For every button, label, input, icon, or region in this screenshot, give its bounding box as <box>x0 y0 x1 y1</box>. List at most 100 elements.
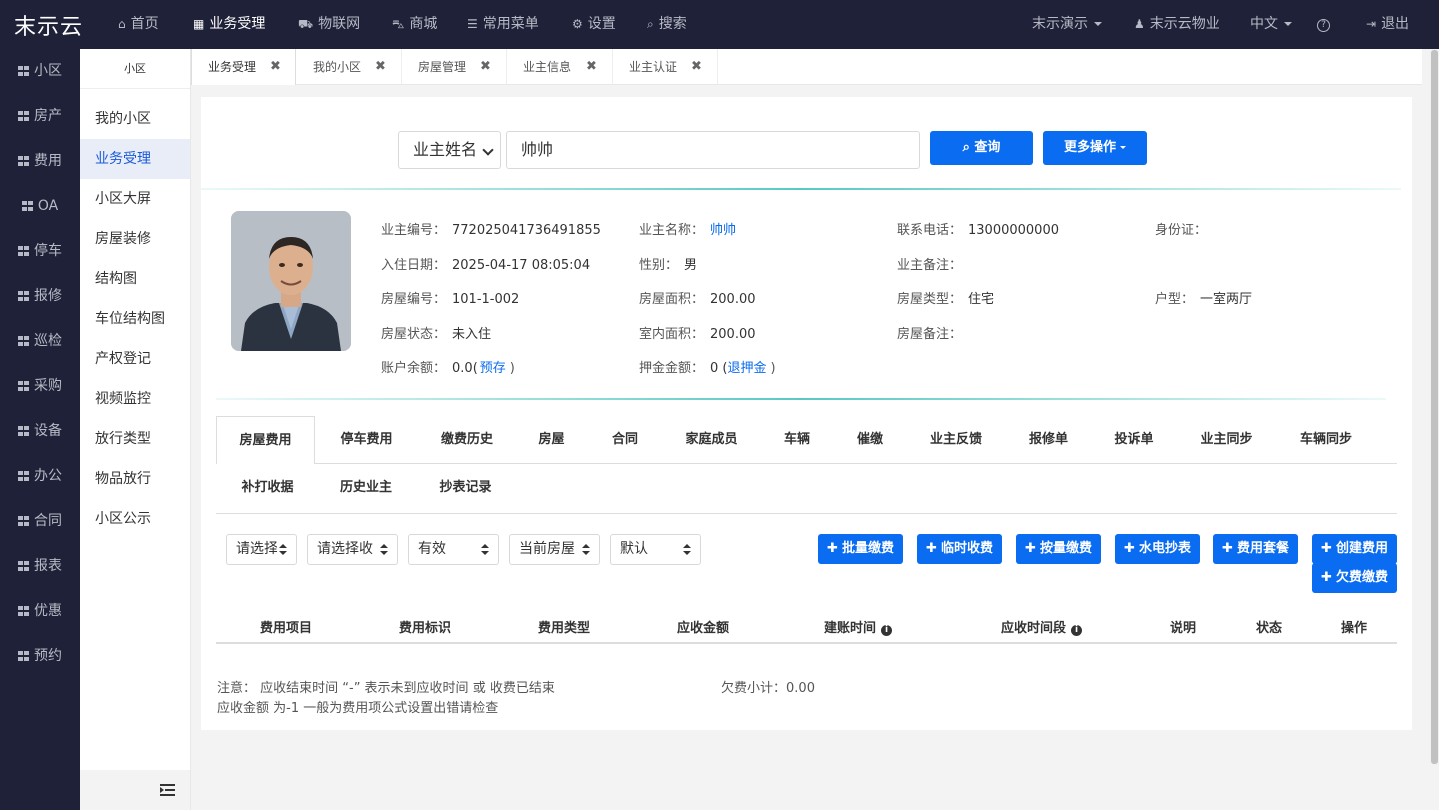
info-icon[interactable]: i <box>881 625 893 636</box>
sidebar-item-4[interactable]: 停车 <box>0 229 80 274</box>
detail-tab-5[interactable]: 家庭成员 <box>663 416 760 464</box>
prestore-link[interactable]: 预存 <box>480 361 506 376</box>
close-icon[interactable]: ✖ <box>691 49 702 85</box>
sort-arrows-icon <box>683 544 691 556</box>
user-menu[interactable]: ♟ 末示云物业 <box>1134 0 1220 49</box>
inner-area-value: 200.00 <box>710 327 756 342</box>
close-icon[interactable]: ✖ <box>586 49 597 85</box>
sub-sidebar-item-10[interactable]: 小区公示 <box>80 499 190 539</box>
demo-dropdown[interactable]: 末示演示 <box>1032 0 1102 49</box>
nav-settings[interactable]: ⚙ 设置 <box>572 0 616 49</box>
fold-sidebar-button[interactable] <box>160 784 175 796</box>
sub-sidebar-item-2[interactable]: 小区大屏 <box>80 179 190 219</box>
sidebar-item-12[interactable]: 优惠 <box>0 589 80 634</box>
sub-sidebar-item-3[interactable]: 房屋装修 <box>80 219 190 259</box>
sidebar-item-9[interactable]: 办公 <box>0 454 80 499</box>
help-icon: ? <box>1317 19 1330 32</box>
page-tab-1[interactable]: 我的小区 ✖ <box>297 49 402 85</box>
sub-sidebar-item-9[interactable]: 物品放行 <box>80 459 190 499</box>
checkin-date-value: 2025-04-17 08:05:04 <box>452 258 591 273</box>
action-button-6[interactable]: ✚ 欠费缴费 <box>1312 563 1397 593</box>
page-tab-2[interactable]: 房屋管理 ✖ <box>402 49 507 85</box>
detail-tab-4[interactable]: 合同 <box>587 416 663 464</box>
help-button[interactable]: ? <box>1317 0 1330 49</box>
sidebar-item-5[interactable]: 报修 <box>0 274 80 319</box>
nav-iot[interactable]: ⛟ 物联网 <box>298 0 360 49</box>
detail-tab-11[interactable]: 业主同步 <box>1177 416 1276 464</box>
filter-select-4[interactable]: 默认 <box>610 534 701 565</box>
filter-select-0[interactable]: 请选择 <box>226 534 297 565</box>
sidebar-item-7[interactable]: 采购 <box>0 364 80 409</box>
detail-tab-8[interactable]: 业主反馈 <box>906 416 1006 464</box>
language-dropdown[interactable]: 中文 <box>1250 0 1292 49</box>
search-type-value: 业主姓名 <box>413 140 478 159</box>
detail-tab-2[interactable]: 缴费历史 <box>418 416 516 464</box>
detail-tab-row2-1[interactable]: 历史业主 <box>319 464 413 512</box>
sub-sidebar-item-6[interactable]: 产权登记 <box>80 339 190 379</box>
detail-tab-0[interactable]: 房屋费用 <box>216 416 315 464</box>
detail-tab-row2-0[interactable]: 补打收据 <box>216 464 319 512</box>
sidebar-item-6[interactable]: 巡检 <box>0 319 80 364</box>
sub-sidebar-item-0[interactable]: 我的小区 <box>80 99 190 139</box>
owner-name-label: 业主名称： <box>639 223 705 238</box>
detail-tab-row2-2[interactable]: 抄表记录 <box>413 464 518 512</box>
nav-business[interactable]: ▦ 业务受理 <box>193 0 265 49</box>
nav-settings-label: 设置 <box>587 16 616 32</box>
owner-name-link[interactable]: 帅帅 <box>710 223 736 238</box>
detail-tab-9[interactable]: 报修单 <box>1006 416 1091 464</box>
search-type-select[interactable]: 业主姓名 <box>398 131 501 169</box>
user-icon: ♟ <box>1134 17 1145 31</box>
action-button-5[interactable]: ✚ 创建费用 <box>1312 534 1397 564</box>
action-button-1[interactable]: ✚ 临时收费 <box>917 534 1002 564</box>
detail-tab-6[interactable]: 车辆 <box>760 416 834 464</box>
owner-name-field: 业主名称： 帅帅 <box>639 219 736 238</box>
detail-tab-10[interactable]: 投诉单 <box>1091 416 1177 464</box>
sidebar-item-8[interactable]: 设备 <box>0 409 80 454</box>
close-icon[interactable]: ✖ <box>270 49 281 85</box>
search-input[interactable]: 帅帅 <box>506 131 920 169</box>
detail-tab-3[interactable]: 房屋 <box>516 416 587 464</box>
close-icon[interactable]: ✖ <box>480 49 491 85</box>
more-actions-button[interactable]: 更多操作 <box>1043 131 1147 165</box>
close-icon[interactable]: ✖ <box>375 49 386 85</box>
nav-common-menu[interactable]: ☰ 常用菜单 <box>467 0 539 49</box>
info-icon[interactable]: i <box>1071 625 1083 636</box>
gender-label: 性别： <box>639 258 679 273</box>
detail-tab-12[interactable]: 车辆同步 <box>1276 416 1376 464</box>
sidebar-item-13[interactable]: 预约 <box>0 634 80 679</box>
app-logo[interactable]: 末示云 <box>14 9 83 41</box>
filter-select-1[interactable]: 请选择收 <box>307 534 398 565</box>
table-header-4: 建账时间 i <box>824 617 893 636</box>
detail-tab-7[interactable]: 催缴 <box>834 416 906 464</box>
logout-button[interactable]: ⇥ 退出 <box>1366 0 1409 49</box>
sub-sidebar-item-7[interactable]: 视频监控 <box>80 379 190 419</box>
detail-tab-1[interactable]: 停车费用 <box>315 416 418 464</box>
nav-home[interactable]: ⌂ 首页 <box>118 0 159 49</box>
sidebar-item-10[interactable]: 合同 <box>0 499 80 544</box>
sub-sidebar-item-1[interactable]: 业务受理 <box>80 139 190 179</box>
nav-search[interactable]: ⌕ 搜索 <box>647 0 687 49</box>
filter-select-2[interactable]: 有效 <box>408 534 499 565</box>
page-tab-0[interactable]: 业务受理 ✖ <box>191 49 296 85</box>
sidebar-item-1[interactable]: 房产 <box>0 94 80 139</box>
sub-sidebar-item-8[interactable]: 放行类型 <box>80 419 190 459</box>
sidebar-item-2[interactable]: 费用 <box>0 139 80 184</box>
nav-mall[interactable]: ⛍ 商城 <box>392 0 437 49</box>
sidebar-item-0[interactable]: 小区 <box>0 49 80 94</box>
action-button-2[interactable]: ✚ 按量缴费 <box>1016 534 1101 564</box>
action-button-3[interactable]: ✚ 水电抄表 <box>1115 534 1200 564</box>
action-button-4[interactable]: ✚ 费用套餐 <box>1213 534 1298 564</box>
page-tab-4[interactable]: 业主认证 ✖ <box>613 49 718 85</box>
page-tab-3[interactable]: 业主信息 ✖ <box>507 49 613 85</box>
sidebar-item-11[interactable]: 报表 <box>0 544 80 589</box>
filter-select-3[interactable]: 当前房屋 <box>509 534 600 565</box>
sidebar-item-3[interactable]: OA <box>0 184 80 229</box>
action-button-0[interactable]: ✚ 批量缴费 <box>818 534 903 564</box>
page-scrollbar-thumb[interactable] <box>1431 50 1438 764</box>
refund-deposit-link[interactable]: 退押金 <box>728 361 767 376</box>
sub-sidebar-item-5[interactable]: 车位结构图 <box>80 299 190 339</box>
query-button[interactable]: ⌕ 查询 <box>930 131 1033 165</box>
grid-icon <box>18 426 29 436</box>
table-header-3: 应收金额 <box>677 617 729 636</box>
sub-sidebar-item-4[interactable]: 结构图 <box>80 259 190 299</box>
